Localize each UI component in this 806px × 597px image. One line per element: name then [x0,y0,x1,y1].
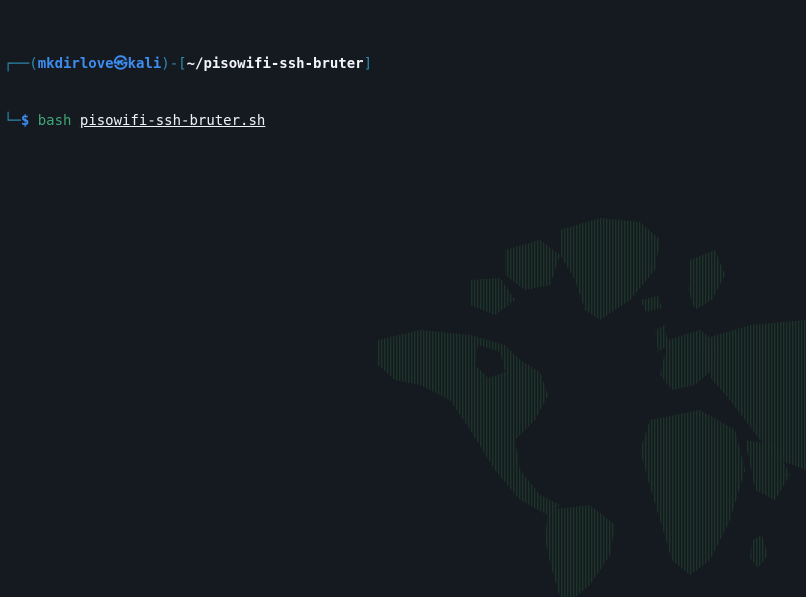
prompt-corner-top: ┌──( [4,56,38,72]
prompt-line-2[interactable]: └─$ bash pisowifi-ssh-bruter.sh [4,112,372,131]
prompt-line-1: ┌──(mkdirlove㉿kali)-[~/pisowifi-ssh-brut… [4,55,372,74]
terminal-output: ┌──(mkdirlove㉿kali)-[~/pisowifi-ssh-brut… [4,17,372,169]
prompt-host: kali [127,56,162,72]
command-argument: pisowifi-ssh-bruter.sh [79,113,266,129]
prompt-corner-bottom: └─ [4,113,21,129]
prompt-cwd: ~/pisowifi-ssh-bruter [186,56,364,72]
prompt-at-symbol: ㉿ [113,56,128,72]
prompt-user: mkdirlove [37,56,114,72]
command-program: bash [37,113,72,129]
prompt-separator: )-[ [161,56,187,72]
terminal-window[interactable]: ┌──(mkdirlove㉿kali)-[~/pisowifi-ssh-brut… [0,0,806,597]
prompt-bracket-close: ] [363,56,373,72]
